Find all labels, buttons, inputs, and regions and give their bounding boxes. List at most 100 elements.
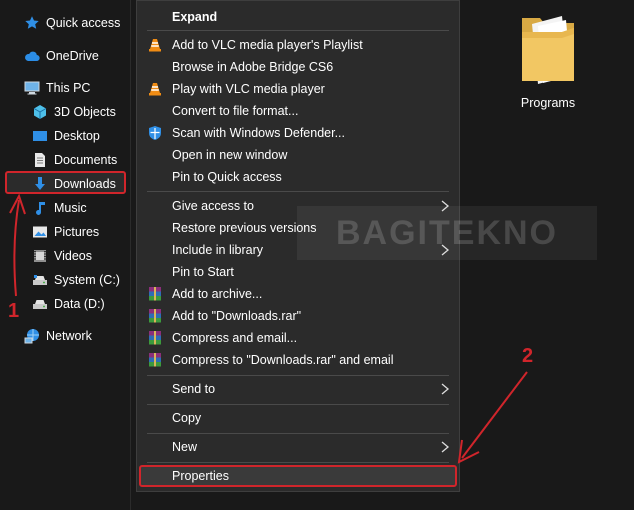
nav-item-network[interactable]: Network (24, 325, 92, 347)
menu-item-label: Copy (172, 411, 202, 425)
folder-icon (522, 16, 574, 84)
document-icon (32, 152, 48, 168)
menu-item-label: Scan with Windows Defender... (172, 126, 345, 140)
drive-icon (32, 296, 48, 312)
menu-item-compress-rar-and-email[interactable]: Compress to "Downloads.rar" and email (137, 349, 459, 371)
menu-item-label: Send to (172, 382, 216, 396)
menu-item-open-new-window[interactable]: Open in new window (137, 144, 459, 166)
menu-separator (147, 191, 449, 192)
step-number-1: 1 (8, 300, 20, 322)
menu-item-copy[interactable]: Copy (137, 407, 459, 429)
chevron-right-icon (439, 199, 451, 213)
nav-label: Data (D:) (54, 297, 105, 311)
cube-icon (32, 104, 48, 120)
menu-item-label: Pin to Start (172, 265, 234, 279)
chevron-right-icon (439, 440, 451, 454)
menu-item-label: New (172, 440, 198, 454)
download-arrow-icon (32, 176, 48, 192)
nav-item-data-d[interactable]: Data (D:) (32, 293, 105, 315)
nav-item-pictures[interactable]: Pictures (32, 221, 99, 243)
windows-defender-icon (147, 125, 163, 141)
winrar-icon (147, 330, 163, 346)
menu-item-label: Compress and email... (172, 331, 298, 345)
menu-item-pin-quick-access[interactable]: Pin to Quick access (137, 166, 459, 188)
menu-item-send-to[interactable]: Send to (137, 378, 459, 400)
nav-label: Desktop (54, 129, 100, 143)
menu-item-convert-format[interactable]: Convert to file format... (137, 100, 459, 122)
menu-item-label: Add to VLC media player's Playlist (172, 38, 363, 52)
music-note-icon (32, 200, 48, 216)
menu-item-label: Restore previous versions (172, 221, 317, 235)
nav-label: OneDrive (46, 49, 99, 63)
chevron-right-icon (439, 382, 451, 396)
menu-item-label: Give access to (172, 199, 254, 213)
drive-icon (32, 272, 48, 288)
nav-item-music[interactable]: Music (32, 197, 87, 219)
nav-item-quick-access[interactable]: Quick access (24, 12, 120, 34)
menu-item-give-access-to[interactable]: Give access to (137, 195, 459, 217)
network-icon (24, 328, 40, 344)
menu-item-label: Pin to Quick access (172, 170, 282, 184)
menu-item-browse-adobe-bridge[interactable]: Browse in Adobe Bridge CS6 (137, 56, 459, 78)
vlc-cone-icon (147, 37, 163, 53)
winrar-icon (147, 286, 163, 302)
nav-item-3d-objects[interactable]: 3D Objects (32, 101, 116, 123)
menu-item-label: Browse in Adobe Bridge CS6 (172, 60, 334, 74)
star-icon (24, 15, 40, 31)
nav-label: Network (46, 329, 92, 343)
computer-icon (24, 80, 40, 96)
nav-item-desktop[interactable]: Desktop (32, 125, 100, 147)
chevron-right-icon (439, 243, 451, 257)
menu-item-label: Play with VLC media player (172, 82, 325, 96)
nav-item-downloads[interactable]: Downloads (32, 173, 116, 195)
menu-item-label: Compress to "Downloads.rar" and email (172, 353, 394, 367)
nav-item-system-c[interactable]: System (C:) (32, 269, 120, 291)
menu-item-label: Expand (172, 10, 218, 24)
winrar-icon (147, 352, 163, 368)
nav-label: 3D Objects (54, 105, 116, 119)
menu-item-include-in-library[interactable]: Include in library (137, 239, 459, 261)
desktop-icon (32, 128, 48, 144)
menu-separator (147, 375, 449, 376)
menu-item-new[interactable]: New (137, 436, 459, 458)
nav-label: Quick access (46, 16, 121, 30)
menu-item-add-to-vlc-playlist[interactable]: Add to VLC media player's Playlist (137, 34, 459, 56)
menu-item-properties[interactable]: Properties (137, 465, 459, 487)
folder-item-programs[interactable]: Programs (514, 12, 582, 116)
nav-label: System (C:) (54, 273, 120, 287)
nav-label: Videos (54, 249, 92, 263)
nav-item-onedrive[interactable]: OneDrive (24, 45, 99, 67)
step-number-2: 2 (522, 345, 534, 367)
nav-item-videos[interactable]: Videos (32, 245, 92, 267)
menu-item-label: Open in new window (172, 148, 288, 162)
nav-item-documents[interactable]: Documents (32, 149, 117, 171)
menu-item-label: Include in library (172, 243, 264, 257)
menu-item-pin-to-start[interactable]: Pin to Start (137, 261, 459, 283)
winrar-icon (147, 308, 163, 324)
nav-label: Documents (54, 153, 118, 167)
picture-icon (32, 224, 48, 240)
nav-label: This PC (46, 81, 91, 95)
folder-label: Programs (520, 96, 576, 110)
menu-separator (147, 30, 449, 31)
menu-item-restore-previous-versions[interactable]: Restore previous versions (137, 217, 459, 239)
menu-separator (147, 433, 449, 434)
menu-item-add-to-downloads-rar[interactable]: Add to "Downloads.rar" (137, 305, 459, 327)
nav-label: Pictures (54, 225, 100, 239)
menu-item-add-to-archive[interactable]: Add to archive... (137, 283, 459, 305)
menu-item-compress-and-email[interactable]: Compress and email... (137, 327, 459, 349)
nav-label: Music (54, 201, 87, 215)
navigation-pane: Quick access OneDrive This PC 3D Objects… (0, 0, 130, 510)
menu-item-label: Add to "Downloads.rar" (172, 309, 302, 323)
menu-item-label: Add to archive... (172, 287, 263, 301)
menu-item-scan-defender[interactable]: Scan with Windows Defender... (137, 122, 459, 144)
film-icon (32, 248, 48, 264)
nav-item-this-pc[interactable]: This PC (24, 77, 90, 99)
menu-separator (147, 462, 449, 463)
menu-item-label: Convert to file format... (172, 104, 299, 118)
nav-label: Downloads (54, 177, 116, 191)
menu-separator (147, 404, 449, 405)
menu-item-play-with-vlc[interactable]: Play with VLC media player (137, 78, 459, 100)
cloud-icon (24, 48, 40, 64)
menu-item-expand[interactable]: Expand (137, 6, 459, 28)
